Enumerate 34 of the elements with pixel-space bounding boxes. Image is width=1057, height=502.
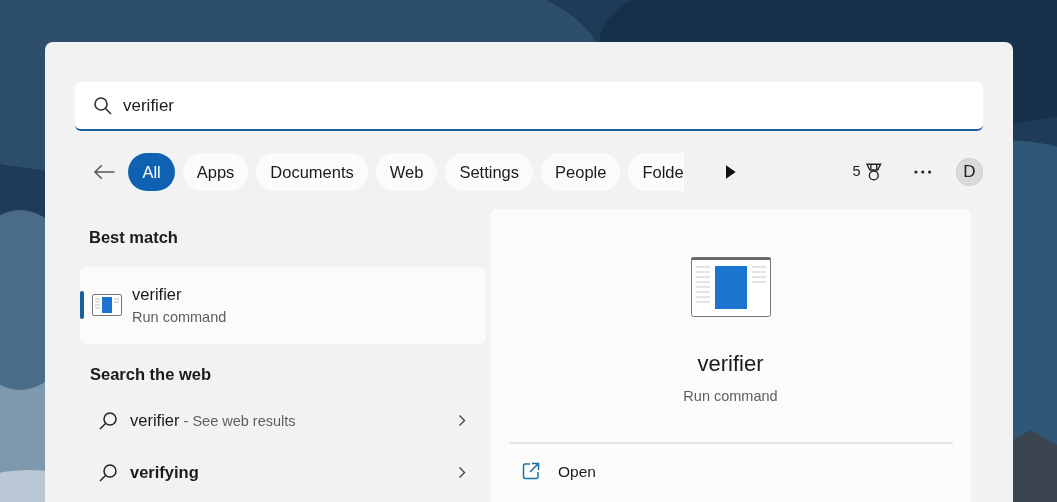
result-text: verifying: [130, 462, 200, 484]
section-heading: Best match: [89, 227, 179, 248]
result-text: verifier - See web results: [130, 410, 297, 432]
search-icon: [98, 410, 118, 431]
web-result[interactable]: verifying: [80, 446, 486, 499]
app-icon: [690, 257, 771, 317]
filter-tab[interactable]: Apps: [182, 153, 249, 191]
search-icon: [93, 96, 113, 116]
section-heading: Search the web: [90, 363, 213, 385]
filter-tab[interactable]: Web: [375, 153, 438, 191]
app-icon: [92, 294, 122, 317]
search-field[interactable]: verifier: [75, 82, 983, 131]
filter-tab[interactable]: People: [541, 153, 621, 191]
web-result[interactable]: verifier - See web results: [80, 394, 486, 447]
points-count: 5: [852, 162, 861, 182]
action-button[interactable]: Open: [522, 459, 596, 483]
result-item[interactable]: verifier Run command: [80, 266, 486, 344]
medal-icon: [864, 162, 883, 182]
avatar[interactable]: D: [955, 158, 983, 186]
play-icon[interactable]: [724, 164, 737, 180]
result-title: verifier: [132, 284, 183, 305]
chevron-icon: [458, 414, 466, 427]
filter-tab[interactable]: Settings: [445, 153, 534, 191]
chevron-icon: [458, 466, 466, 479]
search-icon: [98, 462, 118, 483]
filter-tab[interactable]: Documents: [256, 153, 368, 191]
filter-tab[interactable]: All: [128, 153, 175, 191]
detail-title: verifier: [697, 350, 764, 378]
filter-tab[interactable]: Folde: [628, 153, 684, 191]
open-external-icon: [522, 462, 540, 481]
back-icon[interactable]: [93, 163, 117, 181]
more-icon[interactable]: [914, 170, 932, 174]
detail-subtitle: Run command: [683, 387, 778, 406]
result-subtitle: Run command: [132, 307, 227, 327]
